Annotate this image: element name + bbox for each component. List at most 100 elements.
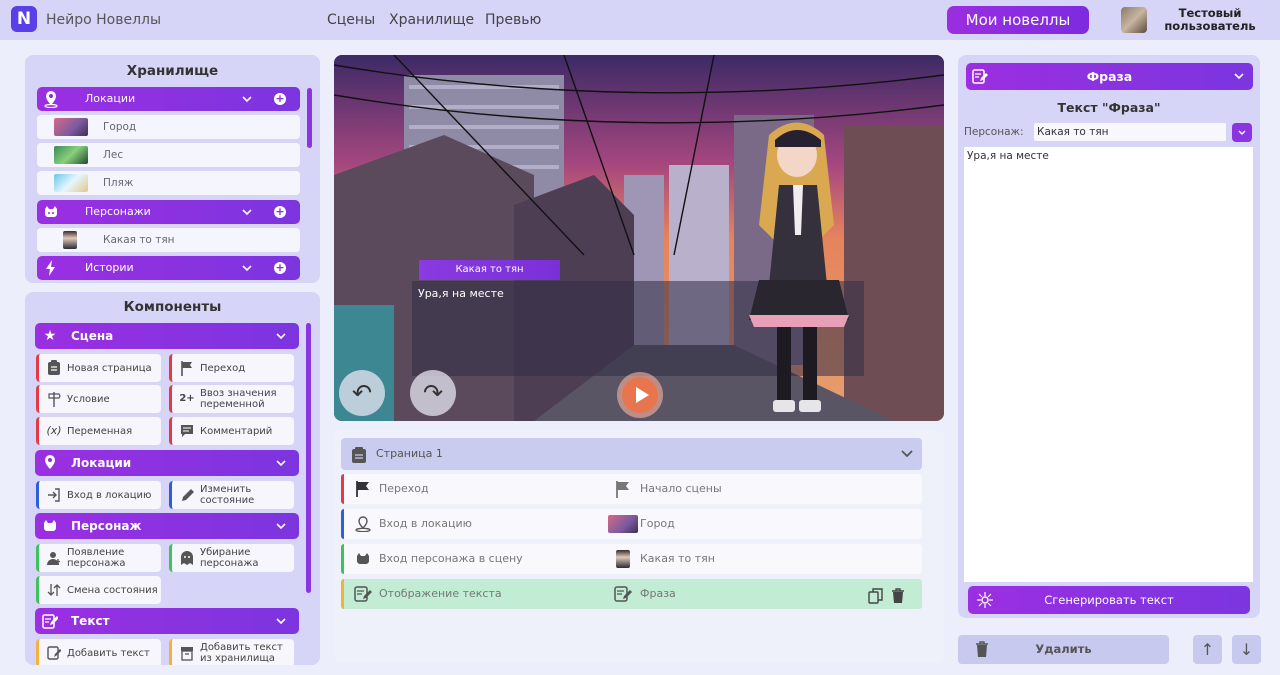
avatar[interactable] (1121, 7, 1147, 33)
city-thumbnail (608, 515, 638, 533)
phrase-textarea[interactable]: Ура,я на месте (964, 147, 1253, 582)
components-scrollbar[interactable] (306, 323, 311, 593)
delete-label: Удалить (1035, 642, 1092, 656)
copy-icon[interactable] (868, 586, 884, 616)
storage-scrollbar[interactable] (307, 88, 312, 148)
chevron-down-icon[interactable] (1233, 63, 1245, 99)
character-mask-icon (43, 203, 59, 221)
group-label: Локации (85, 92, 136, 105)
move-up-button[interactable]: ↑ (1193, 635, 1222, 664)
group-label: Истории (85, 261, 134, 274)
nav-scenes[interactable]: Сцены (327, 12, 375, 28)
component-label: Комментарий (200, 425, 273, 437)
arrow-down-icon: ↓ (1239, 640, 1254, 659)
location-pin-icon (41, 454, 59, 472)
signpost-icon (46, 391, 62, 407)
item-label: Пляж (103, 177, 134, 189)
component-character-remove[interactable]: Убирание персонажа (169, 544, 294, 572)
city-thumbnail (54, 118, 88, 136)
component-enter-location[interactable]: Вход в локацию (36, 481, 161, 509)
component-input-variable[interactable]: 2+ Ввоз значения переменной (169, 385, 294, 413)
add-location-button[interactable]: + (274, 93, 286, 105)
edit-note-icon (972, 68, 988, 95)
group-label: Сцена (71, 329, 114, 343)
component-character-appear[interactable]: Появление персонажа (36, 544, 161, 572)
item-label: Какая то тян (103, 234, 175, 246)
location-item-city[interactable]: Город (37, 115, 300, 139)
component-variable[interactable]: (x) Переменная (36, 417, 161, 445)
components-list: ★ Сцена Новая страница Переход Условие 2… (25, 292, 320, 665)
component-group-locations[interactable]: Локации (35, 450, 299, 476)
phrase-panel: Фраза Текст "Фраза" Персонаж: Какая то т… (958, 55, 1260, 618)
variable-x-icon: (x) (46, 424, 62, 437)
nav-preview[interactable]: Превью (485, 12, 541, 28)
group-label: Локации (71, 456, 132, 470)
component-label: Добавить текст из хранилища (200, 642, 283, 664)
item-label: Лес (103, 149, 124, 161)
phrase-header[interactable]: Фраза (966, 63, 1253, 90)
sequence-row-transition[interactable]: Переход Начало сцены (341, 474, 922, 504)
my-novels-button[interactable]: Мои новеллы (947, 6, 1089, 34)
page-header[interactable]: Страница 1 (341, 438, 922, 470)
storage-title: Хранилище (126, 63, 219, 79)
ghost-icon (179, 550, 195, 566)
character-select[interactable]: Какая то тян (1034, 123, 1226, 141)
add-character-button[interactable]: + (274, 206, 286, 218)
component-label: Новая страница (67, 362, 152, 374)
trash-icon[interactable] (890, 586, 906, 616)
lightning-icon (43, 259, 59, 277)
character-select-dropdown-button[interactable] (1232, 123, 1252, 142)
forest-thumbnail (54, 146, 88, 164)
component-add-text[interactable]: Добавить текст (36, 639, 161, 665)
location-item-beach[interactable]: Пляж (37, 171, 300, 195)
user-name[interactable]: Тестовый пользователь (1158, 7, 1262, 33)
undo-button[interactable]: ↶ (339, 370, 385, 416)
redo-button[interactable]: ↷ (410, 370, 456, 416)
component-comment[interactable]: Комментарий (169, 417, 294, 445)
nav-storage[interactable]: Хранилище (389, 12, 474, 28)
add-story-button[interactable]: + (274, 262, 286, 274)
component-label: Изменить состояние (200, 484, 255, 506)
dialog-text: Ура,я на месте (418, 287, 504, 300)
top-bar: N Нейро Новеллы Сцены Хранилище Превью М… (0, 0, 1280, 40)
move-down-button[interactable]: ↓ (1232, 635, 1261, 664)
component-label: Появление персонажа (67, 547, 126, 569)
sequence-row-show-text[interactable]: Отображение текста Фраза (341, 579, 922, 609)
component-group-text[interactable]: Текст (35, 608, 299, 634)
sequence-row-character-enter[interactable]: Вход персонажа в сцену Какая то тян (341, 544, 922, 574)
character-item[interactable]: Какая то тян (37, 228, 300, 252)
clipboard-icon (351, 445, 367, 477)
app-logo[interactable]: N (11, 6, 37, 32)
chevron-down-icon[interactable] (241, 256, 253, 289)
speaker-name: Какая то тян (419, 260, 560, 280)
row-value: Какая то тян (640, 552, 715, 565)
component-condition[interactable]: Условие (36, 385, 161, 413)
component-group-character[interactable]: Персонаж (35, 513, 299, 539)
location-pin-icon (43, 90, 59, 109)
flag-icon (179, 360, 195, 376)
component-label: Добавить текст (67, 647, 150, 659)
location-item-forest[interactable]: Лес (37, 143, 300, 167)
component-label: Условие (67, 393, 110, 405)
component-transition[interactable]: Переход (169, 354, 294, 382)
component-group-scene[interactable]: ★ Сцена (35, 323, 299, 349)
generate-text-button[interactable]: Сгенерировать текст (968, 586, 1250, 614)
delete-button[interactable]: Удалить (958, 635, 1169, 664)
component-label: Смена состояния (67, 584, 158, 596)
component-add-text-from-storage[interactable]: Добавить текст из хранилища (169, 639, 294, 665)
sequence-row-enter-location[interactable]: Вход в локацию Город (341, 509, 922, 539)
row-value: Начало сцены (640, 482, 722, 495)
phrase-title: Текст "Фраза" (1057, 100, 1161, 115)
storage-group-locations[interactable]: Локации + (37, 87, 300, 111)
character-mask-icon (354, 551, 372, 567)
play-button[interactable] (617, 372, 663, 418)
app-name: Нейро Новеллы (46, 12, 162, 28)
flag-icon (608, 480, 638, 498)
component-new-page[interactable]: Новая страница (36, 354, 161, 382)
component-state-change[interactable]: Смена состояния (36, 576, 161, 604)
component-change-state[interactable]: Изменить состояние (169, 481, 294, 509)
storage-group-stories[interactable]: Истории + (37, 256, 300, 280)
edit-note-icon (46, 645, 62, 661)
storage-group-characters[interactable]: Персонажи + (37, 200, 300, 224)
redo-icon: ↷ (422, 379, 444, 407)
